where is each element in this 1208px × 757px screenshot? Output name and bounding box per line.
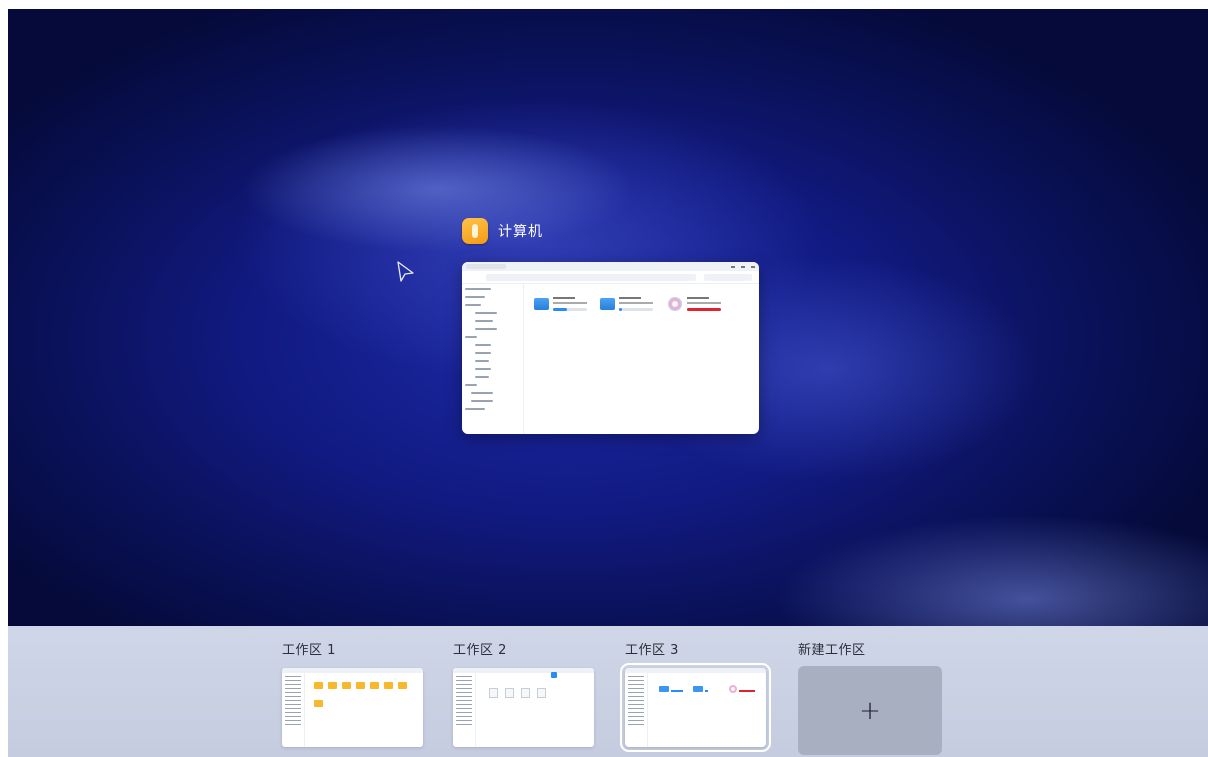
workspace-2-label: 工作区 2 [453, 643, 507, 658]
mouse-pointer-icon [397, 261, 414, 282]
file-manager-icon [462, 218, 488, 244]
workspace-3-thumbnail[interactable] [620, 663, 771, 752]
thumb-disk-1 [534, 294, 594, 316]
new-workspace-button[interactable]: + [798, 666, 942, 755]
thumb-disk-3 [668, 294, 728, 316]
thumb-main [524, 284, 759, 434]
window-header: 计算机 [462, 215, 543, 247]
plus-icon: + [859, 695, 881, 726]
window-preview-group[interactable]: 计算机 [462, 215, 759, 434]
thumb-titlebar [462, 262, 759, 271]
window-thumbnail[interactable] [462, 262, 759, 434]
thumb-toolbar [462, 271, 759, 284]
workspace-bar: 工作区 1 工作区 2 工作区 3 新建工作区 + [8, 626, 1208, 757]
workspace-1-label: 工作区 1 [282, 643, 336, 658]
workspace-2-thumbnail[interactable] [453, 668, 594, 747]
workspace-3-label: 工作区 3 [625, 643, 679, 658]
new-workspace-label: 新建工作区 [798, 643, 866, 658]
window-app-title: 计算机 [498, 224, 543, 240]
thumb-disk-2 [600, 294, 660, 316]
workspace-1-thumbnail[interactable] [282, 668, 423, 747]
screen: 计算机 工作区 1 工作区 2 工作区 3 新建工作区 + [8, 9, 1208, 757]
workspace-preview-area: 计算机 [8, 9, 1208, 626]
thumb-sidebar [462, 284, 524, 434]
